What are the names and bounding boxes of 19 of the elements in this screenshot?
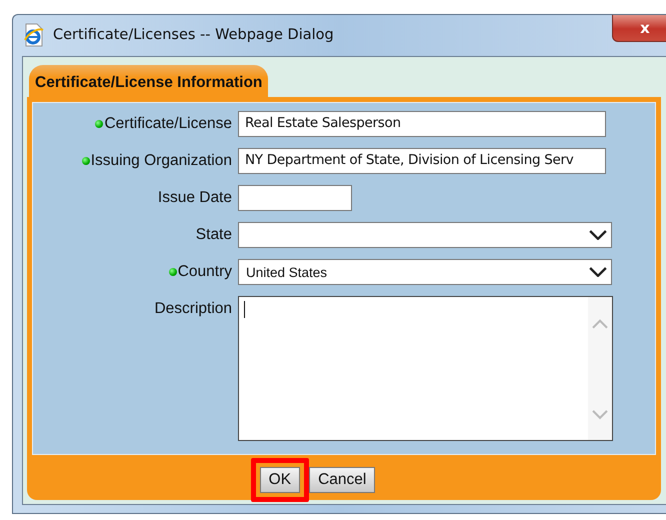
field-label: State [196, 226, 232, 244]
field-label: Description [154, 300, 232, 318]
browser-icon [23, 23, 45, 47]
field-label: Issuing Organization [90, 152, 232, 170]
date-field[interactable] [238, 185, 352, 211]
field-label: Country [178, 263, 232, 281]
chevron-down-icon[interactable] [589, 266, 607, 278]
cancel-button[interactable]: Cancel [309, 467, 376, 493]
dropdown-field[interactable]: United States [238, 259, 612, 285]
tab[interactable]: Certificate/License Information [29, 65, 268, 97]
dropdown-field[interactable] [238, 222, 612, 248]
text-field[interactable]: NY Department of State, Division of Licensing Serv [238, 148, 606, 174]
ok-button[interactable]: OK [260, 467, 300, 493]
chevron-down-icon[interactable] [589, 230, 607, 240]
field-label: Certificate/License [104, 115, 232, 133]
text-field[interactable]: Real Estate Salesperson [238, 111, 606, 137]
window-title: Certificate/Licenses -- Webpage Dialog [53, 27, 334, 43]
field-label: Issue Date [158, 189, 232, 207]
close-button[interactable]: x [612, 15, 666, 42]
